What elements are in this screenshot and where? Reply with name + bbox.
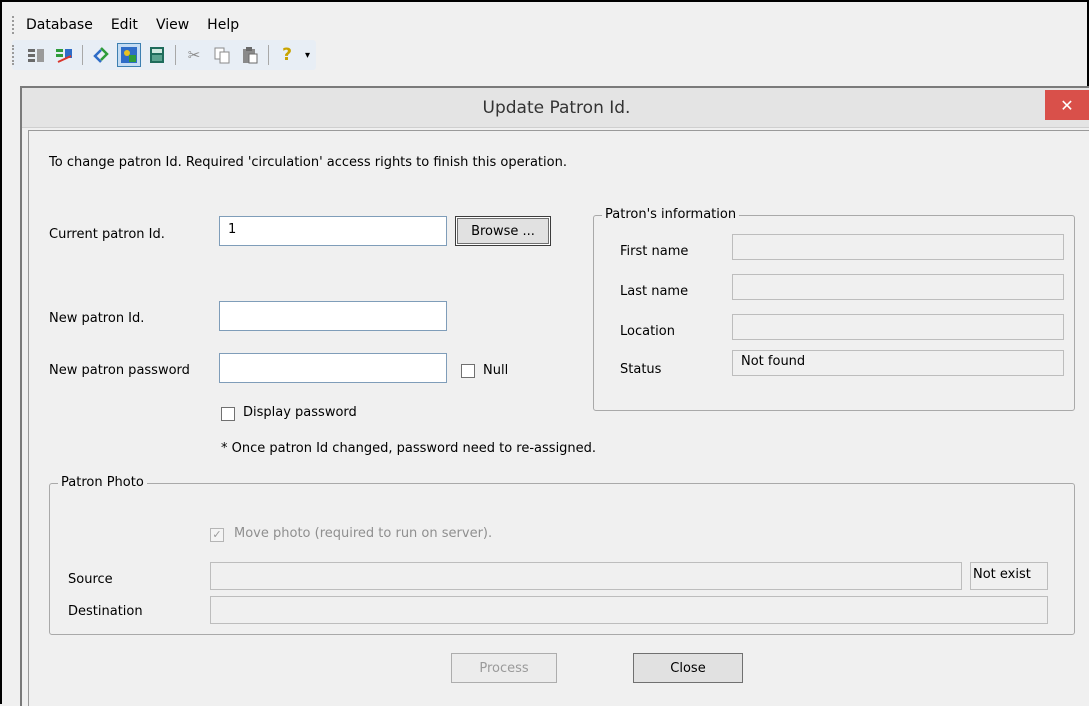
update-patron-icon[interactable] <box>117 43 141 67</box>
patron-list-icon[interactable] <box>24 43 48 67</box>
toolbar-grip[interactable] <box>12 45 16 65</box>
source-field <box>210 562 962 590</box>
location-label: Location <box>620 324 675 339</box>
browse-button[interactable]: Browse ... <box>455 216 551 246</box>
application-window: Database Edit View Help ✂ ? ▾ Update Pat… <box>0 0 1089 706</box>
toolbar-separator <box>175 45 176 65</box>
last-name-field <box>732 274 1064 300</box>
first-name-field <box>732 234 1064 260</box>
null-checkbox[interactable] <box>461 364 475 378</box>
new-patron-password-input[interactable] <box>219 353 447 383</box>
menu-help[interactable]: Help <box>207 17 239 33</box>
destination-label: Destination <box>68 604 143 619</box>
new-patron-id-input[interactable] <box>219 301 447 331</box>
menu-database[interactable]: Database <box>26 17 93 33</box>
source-label: Source <box>68 572 113 587</box>
patron-info-title: Patron's information <box>602 207 740 222</box>
patron-edit-icon[interactable] <box>52 43 76 67</box>
toolbar-overflow-icon[interactable]: ▾ <box>305 50 310 61</box>
patron-photo-title: Patron Photo <box>58 475 147 490</box>
help-icon[interactable]: ? <box>275 43 299 67</box>
paste-icon[interactable] <box>238 43 262 67</box>
display-password-checkbox[interactable] <box>221 407 235 421</box>
calculator-icon[interactable] <box>145 43 169 67</box>
toolbar-separator <box>82 45 83 65</box>
new-patron-password-label: New patron password <box>49 363 190 378</box>
last-name-label: Last name <box>620 284 689 299</box>
status-field: Not found <box>732 350 1064 376</box>
instructions-text: To change patron Id. Required 'circulati… <box>49 155 567 170</box>
update-patron-dialog: Update Patron Id. ✕ To change patron Id.… <box>20 86 1089 706</box>
source-status: Not exist <box>970 562 1048 590</box>
status-label: Status <box>620 362 662 377</box>
toolbar-separator <box>268 45 269 65</box>
patron-photo-group: Patron Photo ✓ Move photo (required to r… <box>49 475 1075 635</box>
first-name-label: First name <box>620 244 689 259</box>
display-password-label: Display password <box>243 405 357 420</box>
location-field <box>732 314 1064 340</box>
patron-info-group: Patron's information First name Last nam… <box>593 207 1075 411</box>
close-button[interactable]: Close <box>633 653 743 683</box>
menu-edit[interactable]: Edit <box>111 17 138 33</box>
dialog-title: Update Patron Id. <box>482 98 631 118</box>
dialog-titlebar[interactable]: Update Patron Id. ✕ <box>22 88 1089 128</box>
menu-bar: Database Edit View Help <box>12 10 257 40</box>
move-photo-checkbox: ✓ <box>210 528 224 542</box>
password-note: * Once patron Id changed, password need … <box>221 441 597 456</box>
destination-field <box>210 596 1048 624</box>
cut-icon[interactable]: ✂ <box>182 43 206 67</box>
process-button[interactable]: Process <box>451 653 557 683</box>
current-patron-id-input[interactable]: 1 <box>219 216 447 246</box>
new-patron-id-label: New patron Id. <box>49 311 145 326</box>
null-label: Null <box>483 363 509 378</box>
copy-icon[interactable] <box>210 43 234 67</box>
move-photo-label: Move photo (required to run on server). <box>234 526 493 541</box>
toolbar: ✂ ? ▾ <box>12 40 317 70</box>
close-icon[interactable]: ✕ <box>1045 90 1089 120</box>
dialog-body: To change patron Id. Required 'circulati… <box>28 130 1089 706</box>
menubar-grip[interactable] <box>12 16 16 34</box>
refresh-icon[interactable] <box>89 43 113 67</box>
current-patron-id-label: Current patron Id. <box>49 227 165 242</box>
menu-view[interactable]: View <box>156 17 189 33</box>
